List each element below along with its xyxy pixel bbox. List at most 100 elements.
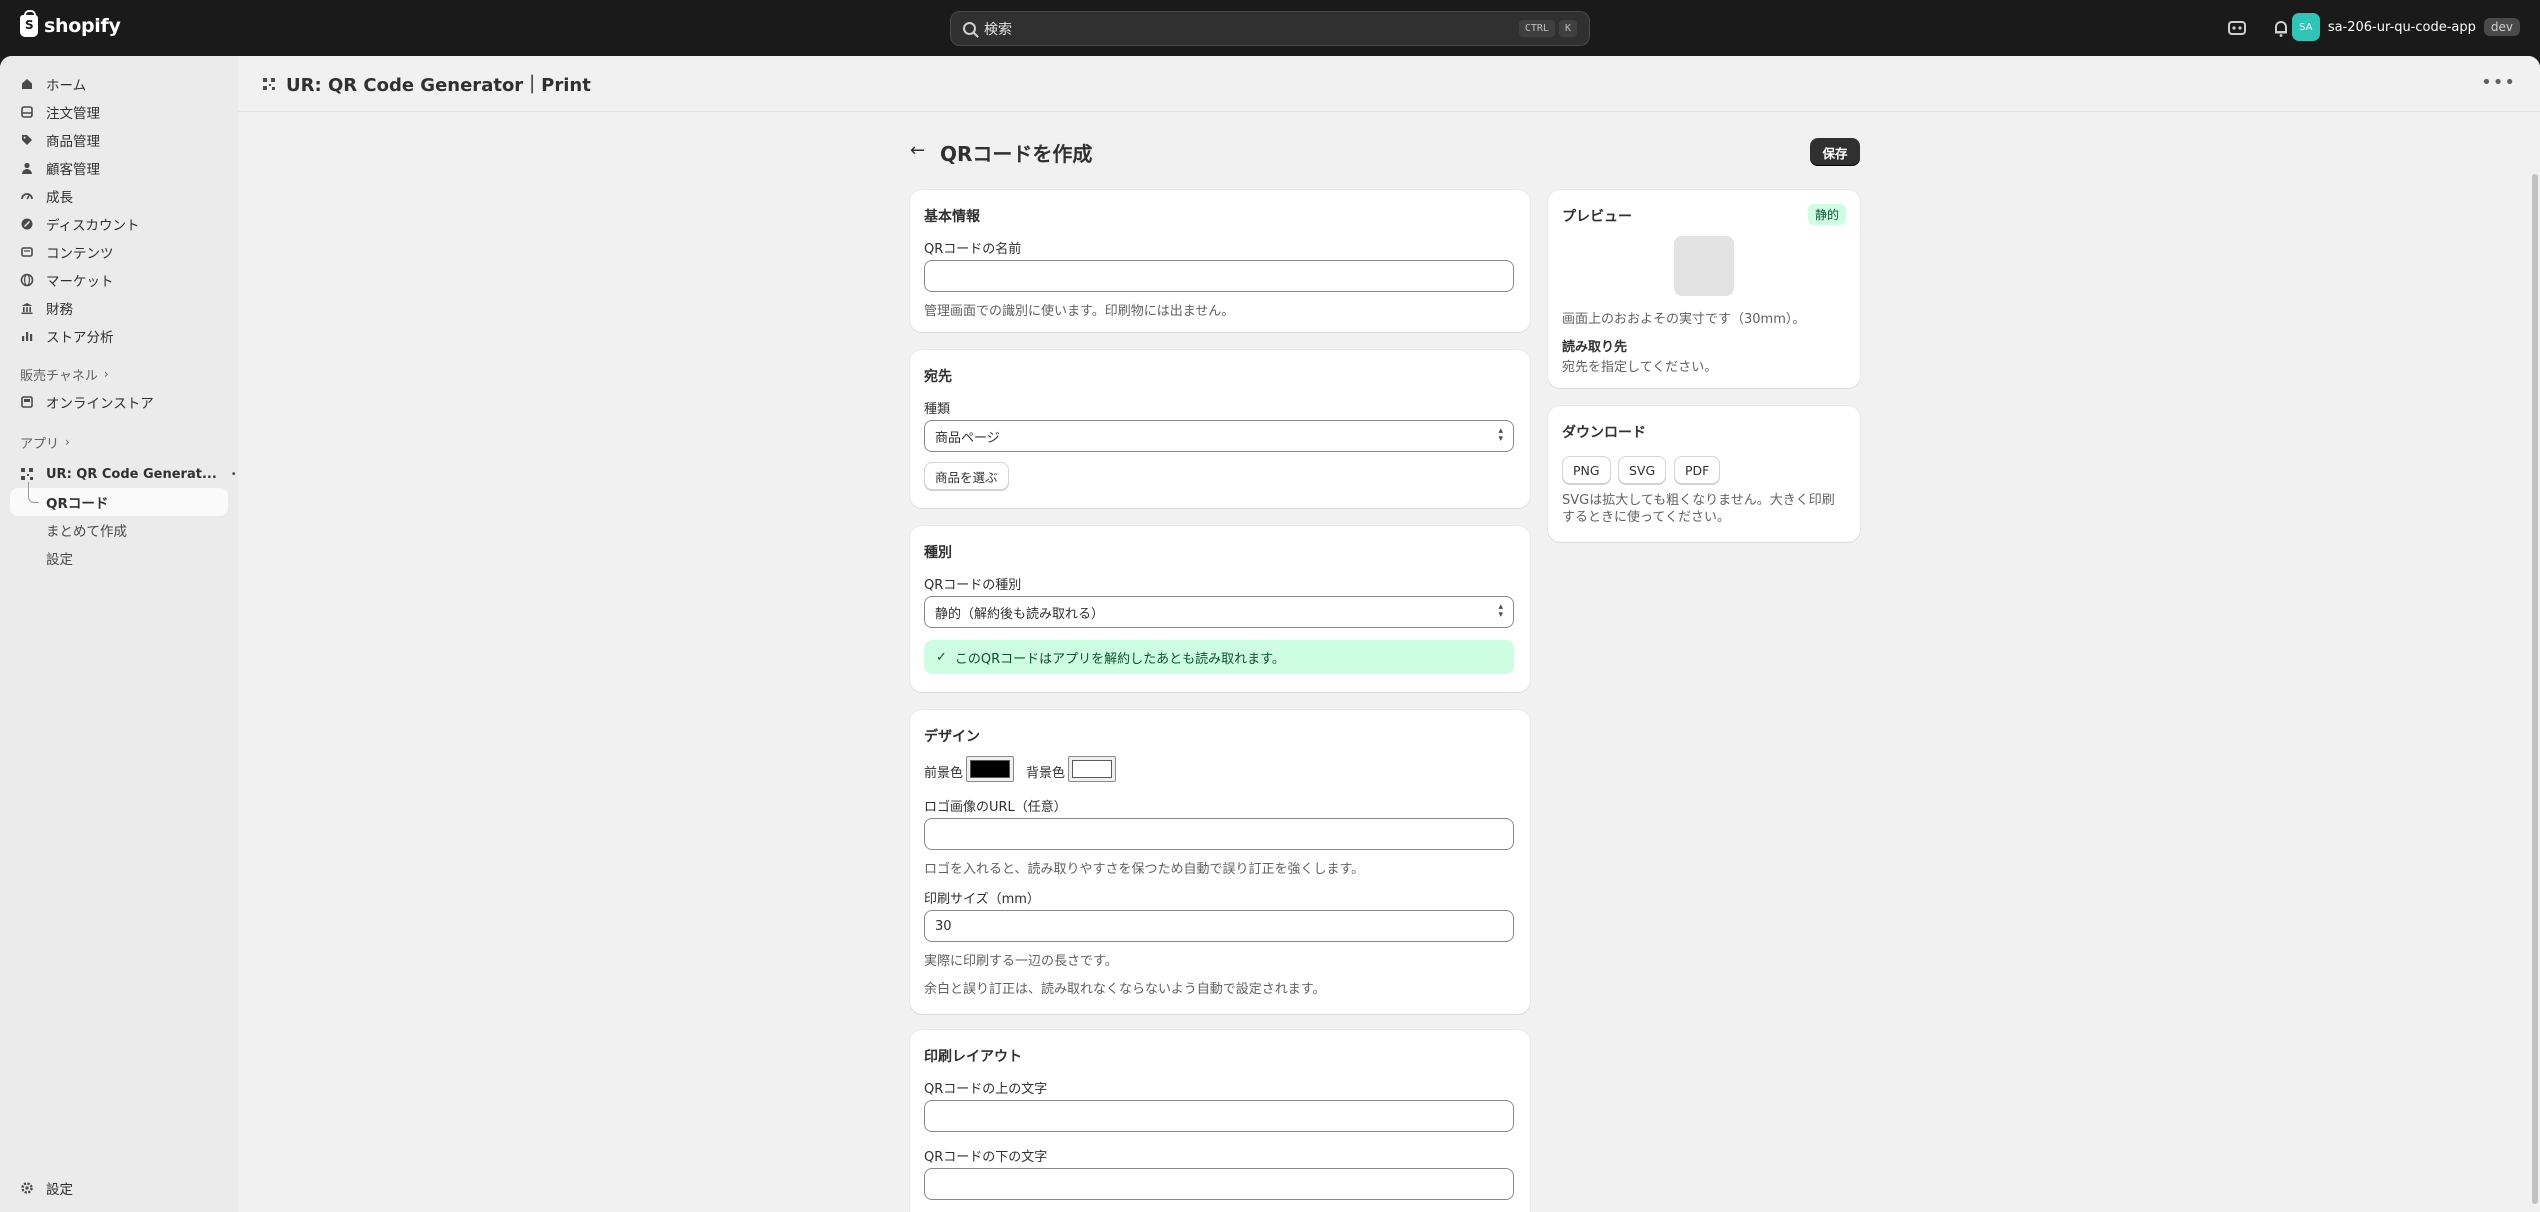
qr-kind-label: QRコードの種別 bbox=[924, 578, 1022, 593]
sidebar-item-products[interactable]: 商品管理 bbox=[0, 126, 238, 154]
sidebar-item-online-store[interactable]: オンラインストア bbox=[0, 388, 238, 416]
card-title: 印刷レイアウト bbox=[924, 1049, 1022, 1065]
bottom-text-input[interactable] bbox=[924, 1168, 1514, 1200]
card-title: 宛先 bbox=[924, 369, 952, 385]
sales-channels-header[interactable]: 販売チャネル › bbox=[0, 360, 238, 388]
scrollbar-thumb[interactable] bbox=[2532, 174, 2538, 1204]
chevron-right-icon: › bbox=[103, 367, 109, 381]
qr-app-icon bbox=[21, 468, 33, 480]
search-icon bbox=[963, 22, 976, 35]
sidebar-item-label: ホーム bbox=[46, 78, 87, 94]
kind-card: 種別 QRコードの種別 静的（解約後も読み取れる） ▴ ▾ ✓ このQRコードはア… bbox=[910, 526, 1530, 692]
sidebar-item-label: 設定 bbox=[46, 1182, 73, 1198]
qr-name-label: QRコードの名前 bbox=[924, 242, 1022, 257]
app-title: UR: QR Code Generator｜Print bbox=[286, 74, 591, 96]
download-card: ダウンロード PNG SVG PDF SVGは拡大しても粗くなりません。大きく印… bbox=[1548, 406, 1860, 542]
sidebar-item-orders[interactable]: 注文管理 bbox=[0, 98, 238, 126]
sidebar: ホーム 注文管理 商品管理 顧客管理 成長 ディスカウント コンテンツ マーケッ… bbox=[0, 56, 238, 1212]
apps-header[interactable]: アプリ › bbox=[0, 428, 238, 456]
top-bar: S shopify 検索 CTRL K SA sa-206-ur-qu-code… bbox=[0, 0, 2540, 56]
print-size-help-2: 余白と誤り訂正は、読み取れなくならないよう自動で設定されます。 bbox=[924, 982, 1326, 997]
back-arrow-icon[interactable]: ← bbox=[910, 140, 925, 161]
qr-kind-select-value: 静的（解約後も読み取れる） bbox=[935, 606, 1105, 622]
fg-color-picker[interactable] bbox=[966, 756, 1014, 782]
pin-dot-icon[interactable]: • bbox=[231, 469, 237, 480]
sidebar-subitem-qrcodes[interactable]: QRコード bbox=[10, 482, 228, 516]
read-destination-label: 読み取り先 bbox=[1562, 340, 1628, 355]
sidekick-icon[interactable] bbox=[2226, 17, 2248, 39]
print-layout-card: 印刷レイアウト QRコードの上の文字 QRコードの下の文字 bbox=[910, 1030, 1530, 1212]
store-name: sa-206-ur-qu-code-app bbox=[2327, 19, 2476, 35]
content-icon bbox=[21, 247, 33, 257]
chevron-right-icon: › bbox=[65, 435, 70, 449]
gear-icon bbox=[21, 1182, 33, 1194]
search-bar[interactable]: 検索 CTRL K bbox=[950, 11, 1590, 46]
sidebar-item-label: ストア分析 bbox=[46, 330, 114, 346]
sidebar-item-finance[interactable]: 財務 bbox=[0, 294, 238, 322]
status-badge: 静的 bbox=[1807, 204, 1846, 225]
logo-text: shopify bbox=[44, 15, 121, 37]
bank-icon bbox=[21, 303, 33, 314]
orders-icon bbox=[21, 106, 33, 118]
sidebar-item-home[interactable]: ホーム bbox=[0, 70, 238, 98]
bg-color-picker[interactable] bbox=[1068, 756, 1116, 782]
card-title: 種別 bbox=[924, 545, 952, 561]
sidebar-subitem-settings[interactable]: 設定 bbox=[0, 544, 238, 572]
download-png-button[interactable]: PNG bbox=[1562, 456, 1611, 484]
page-header: ← QRコードを作成 保存 bbox=[910, 136, 1860, 172]
bg-color-label: 背景色 bbox=[1026, 766, 1066, 781]
gauge-icon bbox=[21, 193, 33, 200]
bottom-text-label: QRコードの下の文字 bbox=[924, 1150, 1048, 1165]
type-select[interactable]: 商品ページ ▴ ▾ bbox=[924, 420, 1514, 452]
print-size-input[interactable]: 30 bbox=[924, 910, 1514, 942]
print-size-help: 実際に印刷する一辺の長さです。 bbox=[924, 954, 1118, 969]
store-menu[interactable]: SA sa-206-ur-qu-code-app dev bbox=[2291, 13, 2520, 41]
qr-preview-image bbox=[1674, 236, 1734, 296]
bell-icon[interactable] bbox=[2270, 17, 2292, 39]
download-pdf-button[interactable]: PDF bbox=[1674, 456, 1721, 484]
globe-icon bbox=[20, 273, 34, 287]
select-chevron-icon: ▴ ▾ bbox=[1498, 426, 1503, 444]
discount-icon bbox=[21, 218, 33, 230]
sidebar-item-discounts[interactable]: ディスカウント bbox=[0, 210, 238, 238]
logo-help: ロゴを入れると、読み取りやすさを保つため自動で誤り訂正を強くします。 bbox=[924, 862, 1365, 877]
scrollbar[interactable] bbox=[2528, 112, 2540, 1212]
sales-channels-label: 販売チャネル bbox=[20, 368, 98, 384]
bar-chart-icon bbox=[22, 332, 33, 341]
choose-product-button[interactable]: 商品を選ぶ bbox=[924, 462, 1009, 490]
sidebar-item-markets[interactable]: マーケット bbox=[0, 266, 238, 294]
person-icon bbox=[22, 162, 32, 174]
more-actions-icon[interactable]: ••• bbox=[2481, 72, 2516, 93]
static-info-banner: ✓ このQRコードはアプリを解約したあとも読み取れます。 bbox=[924, 640, 1514, 674]
design-card: デザイン 前景色 背景色 ロゴ画像のURL（任意） ロゴを入れると、読み取りやす… bbox=[910, 710, 1530, 1014]
sidebar-item-settings[interactable]: 設定 bbox=[0, 1174, 73, 1202]
qr-kind-select[interactable]: 静的（解約後も読み取れる） ▴ ▾ bbox=[924, 596, 1514, 628]
preview-card: プレビュー 静的 画面上のおおよその実寸です（30mm）。 読み取り先 宛先を指… bbox=[1548, 190, 1860, 388]
sidebar-item-label: 商品管理 bbox=[46, 134, 100, 150]
preview-size-note: 画面上のおおよその実寸です（30mm）。 bbox=[1562, 312, 1806, 327]
banner-text: このQRコードはアプリを解約したあとも読み取れます。 bbox=[954, 651, 1285, 667]
card-title: デザイン bbox=[924, 729, 980, 745]
type-select-value: 商品ページ bbox=[935, 430, 1000, 446]
avatar: SA bbox=[2291, 13, 2320, 41]
check-icon: ✓ bbox=[936, 649, 947, 665]
sidebar-item-customers[interactable]: 顧客管理 bbox=[0, 154, 238, 182]
sidebar-item-label: 財務 bbox=[46, 302, 73, 318]
sidebar-item-label: UR: QR Code Generat... bbox=[46, 466, 217, 482]
top-text-input[interactable] bbox=[924, 1100, 1514, 1132]
store-icon bbox=[21, 396, 33, 408]
sidebar-item-content[interactable]: コンテンツ bbox=[0, 238, 238, 266]
admin-frame: ホーム 注文管理 商品管理 顧客管理 成長 ディスカウント コンテンツ マーケッ… bbox=[0, 56, 2540, 1212]
sidebar-item-analytics[interactable]: ストア分析 bbox=[0, 322, 238, 350]
sidebar-subitem-label: QRコード bbox=[46, 496, 109, 512]
save-button[interactable]: 保存 bbox=[1810, 138, 1860, 166]
sidebar-subitem-bulk-create[interactable]: まとめて作成 bbox=[0, 516, 238, 544]
qr-name-input[interactable] bbox=[924, 260, 1514, 292]
card-title: 基本情報 bbox=[924, 209, 980, 225]
logo-url-input[interactable] bbox=[924, 818, 1514, 850]
shopify-logo[interactable]: S shopify bbox=[20, 10, 121, 37]
sidebar-item-growth[interactable]: 成長 bbox=[0, 182, 238, 210]
apps-label: アプリ bbox=[20, 436, 60, 452]
main-content: UR: QR Code Generator｜Print ••• ← QRコードを… bbox=[238, 56, 2540, 1212]
download-svg-button[interactable]: SVG bbox=[1618, 456, 1667, 484]
